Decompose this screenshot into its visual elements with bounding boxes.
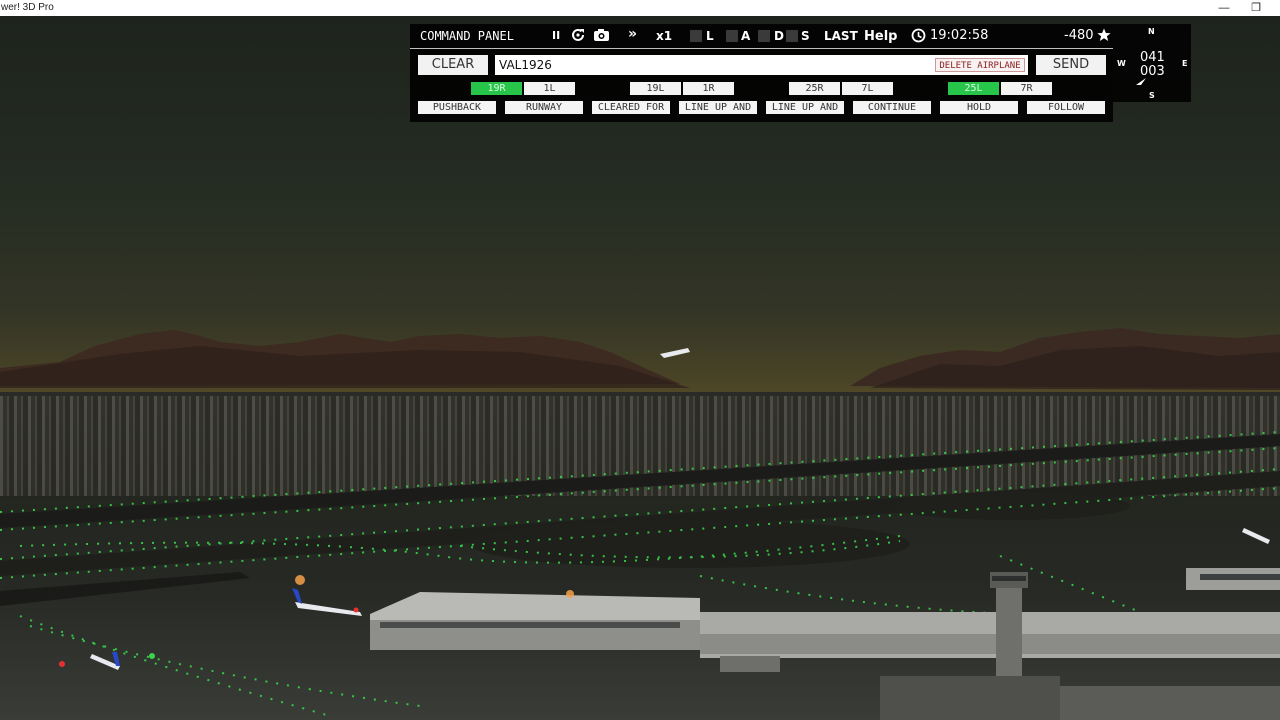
command-panel: COMMAND PANEL II » x1 L A D S LAST Help …	[410, 24, 1113, 122]
cleared-for-button[interactable]: CLEARED FOR	[592, 101, 670, 114]
toggle-l-label: L	[706, 29, 714, 43]
clock-icon	[911, 28, 926, 47]
runway-7r-button[interactable]: 7R	[1001, 82, 1052, 95]
window-title: wer! 3D Pro	[1, 2, 54, 13]
pushback-button[interactable]: PUSHBACK	[418, 101, 496, 114]
runway-25l-button[interactable]: 25L	[948, 82, 999, 95]
camera-icon[interactable]	[593, 28, 610, 46]
toggle-a-label: A	[741, 29, 751, 43]
toggle-s-box[interactable]	[786, 30, 798, 42]
runway-19l-button[interactable]: 19L	[630, 82, 681, 95]
line-up-and-button-1[interactable]: LINE UP AND	[679, 101, 757, 114]
compass-south-label: S	[1149, 91, 1155, 100]
minimize-button[interactable]: —	[1212, 0, 1236, 16]
follow-button[interactable]: FOLLOW	[1027, 101, 1105, 114]
speed-indicator[interactable]: x1	[656, 29, 672, 43]
delete-airplane-button[interactable]: DELETE AIRPLANE	[935, 58, 1025, 72]
fast-forward-button[interactable]: »	[628, 26, 637, 42]
star-icon	[1097, 28, 1111, 46]
window-title-bar: wer! 3D Pro — ❐	[0, 0, 1280, 16]
runway-1l-button[interactable]: 1L	[524, 82, 575, 95]
compass-east-label: E	[1182, 59, 1188, 68]
runway-25r-button[interactable]: 25R	[789, 82, 840, 95]
last-button[interactable]: LAST	[824, 29, 858, 43]
refresh-icon[interactable]	[570, 27, 586, 47]
continue-button[interactable]: CONTINUE	[853, 101, 931, 114]
toggle-l-box[interactable]	[690, 30, 702, 42]
command-panel-title: COMMAND PANEL	[420, 29, 514, 43]
compass-west-label: W	[1117, 59, 1126, 68]
wind-arrow-icon	[1135, 71, 1147, 90]
runway-7l-button[interactable]: 7L	[842, 82, 893, 95]
send-button[interactable]: SEND	[1036, 55, 1106, 75]
toggle-d-box[interactable]	[758, 30, 770, 42]
toggle-s-label: S	[801, 29, 810, 43]
toggle-a-box[interactable]	[726, 30, 738, 42]
command-panel-toolbar: COMMAND PANEL II » x1 L A D S LAST Help …	[410, 24, 1113, 49]
clear-button[interactable]: CLEAR	[418, 55, 488, 75]
wind-compass: N S W E 041 003	[1113, 24, 1191, 102]
compass-north-label: N	[1148, 27, 1155, 36]
runway-19r-button[interactable]: 19R	[471, 82, 522, 95]
help-button[interactable]: Help	[864, 29, 897, 44]
game-clock: 19:02:58	[930, 28, 989, 43]
maximize-button[interactable]: ❐	[1244, 0, 1268, 16]
pause-button[interactable]: II	[552, 29, 560, 42]
toggle-d-label: D	[774, 29, 784, 43]
score: -480	[1064, 28, 1094, 43]
runway-1r-button[interactable]: 1R	[683, 82, 734, 95]
wind-direction: 041	[1140, 50, 1165, 65]
hold-button[interactable]: HOLD	[940, 101, 1018, 114]
runway-command-button[interactable]: RUNWAY	[505, 101, 583, 114]
line-up-and-button-2[interactable]: LINE UP AND	[766, 101, 844, 114]
